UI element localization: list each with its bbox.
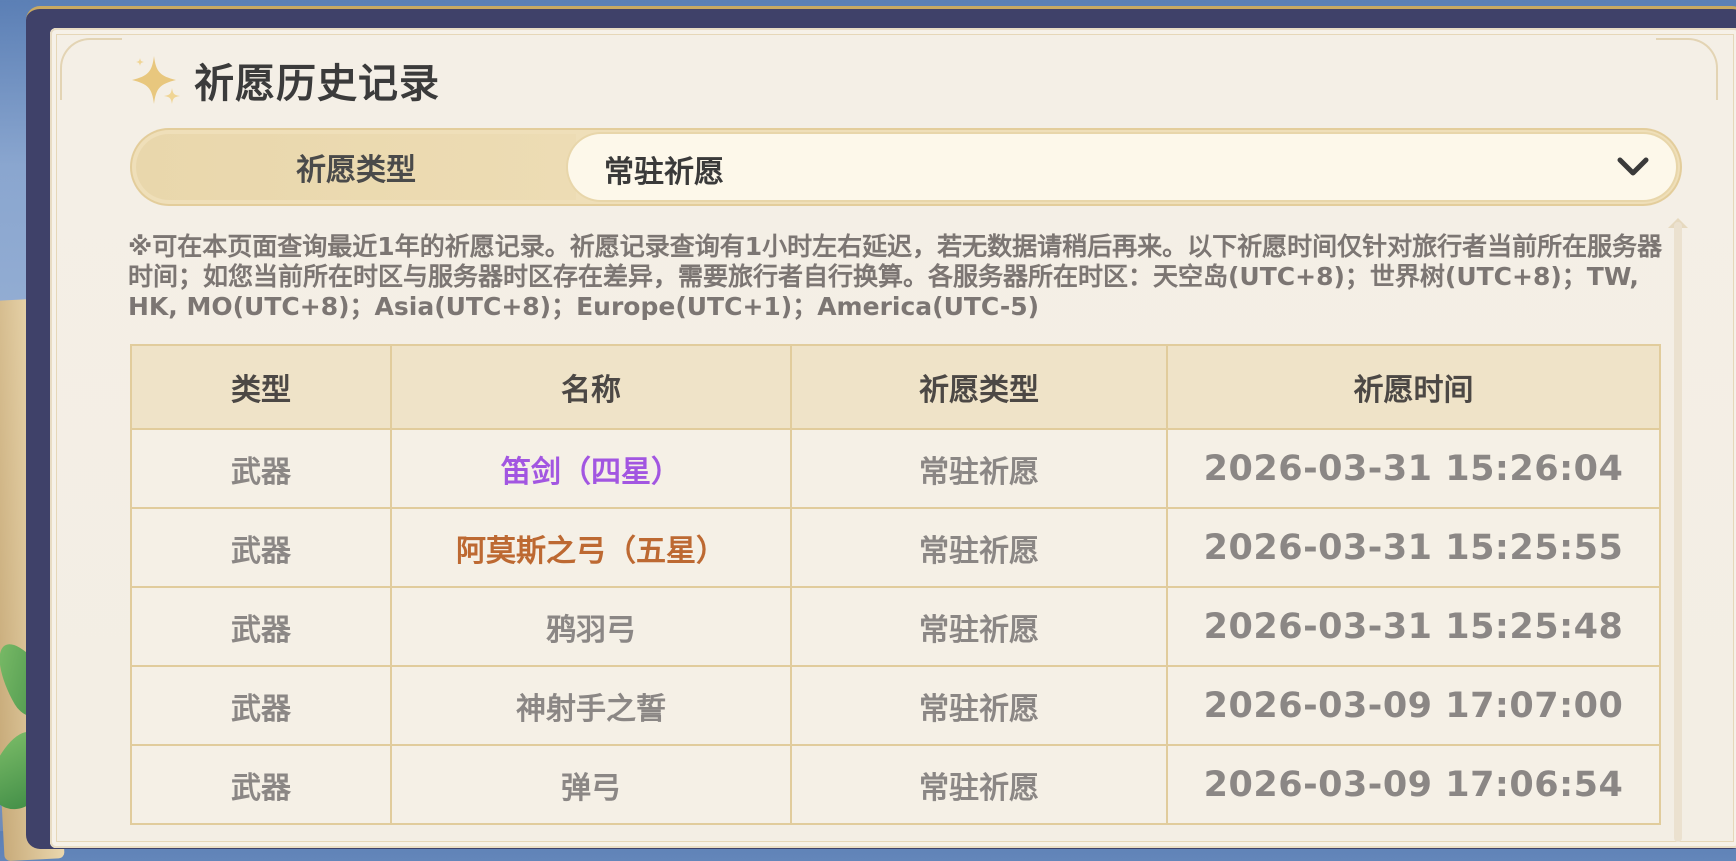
cell-wish-type: 常驻祈愿: [790, 586, 1168, 667]
select-value: 常驻祈愿: [604, 155, 724, 190]
cell-wish-type: 常驻祈愿: [790, 744, 1168, 825]
filter-label-box: 祈愿类型: [136, 134, 576, 200]
wish-type-select[interactable]: 常驻祈愿: [568, 134, 1676, 200]
table-row: 武器 神射手之誓 常驻祈愿 2026-03-09 17:07:00: [130, 665, 1661, 746]
cell-name: 鸦羽弓: [390, 586, 792, 667]
column-header-name: 名称: [390, 344, 792, 430]
wish-history-table: 类型 名称 祈愿类型 祈愿时间 武器 笛剑（四星） 常驻祈愿 2026-03-3…: [130, 344, 1661, 825]
notice-text: ※可在本页面查询最近1年的祈愿记录。祈愿记录查询有1小时左右延迟，若无数据请稍后…: [128, 232, 1663, 321]
wish-type-filter: 祈愿类型 常驻祈愿: [132, 130, 1680, 204]
table-row: 武器 弹弓 常驻祈愿 2026-03-09 17:06:54: [130, 744, 1661, 825]
filter-label: 祈愿类型: [296, 153, 416, 188]
scrollbar[interactable]: [1674, 222, 1682, 842]
corner-ornament: [60, 38, 122, 100]
column-header-time: 祈愿时间: [1166, 344, 1661, 430]
cell-wish-type: 常驻祈愿: [790, 507, 1168, 588]
cell-wish-type: 常驻祈愿: [790, 428, 1168, 509]
cell-type: 武器: [130, 665, 392, 746]
corner-ornament: [1656, 38, 1718, 100]
cell-name: 弹弓: [390, 744, 792, 825]
cell-type: 武器: [130, 586, 392, 667]
cell-time: 2026-03-31 15:25:48: [1166, 586, 1661, 667]
cell-time: 2026-03-09 17:07:00: [1166, 665, 1661, 746]
cell-type: 武器: [130, 744, 392, 825]
header: 祈愿历史记录: [128, 50, 440, 110]
chevron-down-icon[interactable]: [1616, 152, 1650, 182]
page-title: 祈愿历史记录: [194, 61, 440, 107]
table-row: 武器 鸦羽弓 常驻祈愿 2026-03-31 15:25:48: [130, 586, 1661, 667]
table-row: 武器 笛剑（四星） 常驻祈愿 2026-03-31 15:26:04: [130, 428, 1661, 509]
cell-time: 2026-03-31 15:25:55: [1166, 507, 1661, 588]
cell-type: 武器: [130, 507, 392, 588]
column-header-type: 类型: [130, 344, 392, 430]
table-header-row: 类型 名称 祈愿类型 祈愿时间: [130, 344, 1661, 430]
cell-time: 2026-03-09 17:06:54: [1166, 744, 1661, 825]
cell-wish-type: 常驻祈愿: [790, 665, 1168, 746]
sparkle-star-icon: [128, 52, 184, 108]
cell-name: 笛剑（四星）: [390, 428, 792, 509]
cell-name: 神射手之誓: [390, 665, 792, 746]
cell-type: 武器: [130, 428, 392, 509]
cell-name: 阿莫斯之弓（五星）: [390, 507, 792, 588]
table-row: 武器 阿莫斯之弓（五星） 常驻祈愿 2026-03-31 15:25:55: [130, 507, 1661, 588]
column-header-wish-type: 祈愿类型: [790, 344, 1168, 430]
cell-time: 2026-03-31 15:26:04: [1166, 428, 1661, 509]
